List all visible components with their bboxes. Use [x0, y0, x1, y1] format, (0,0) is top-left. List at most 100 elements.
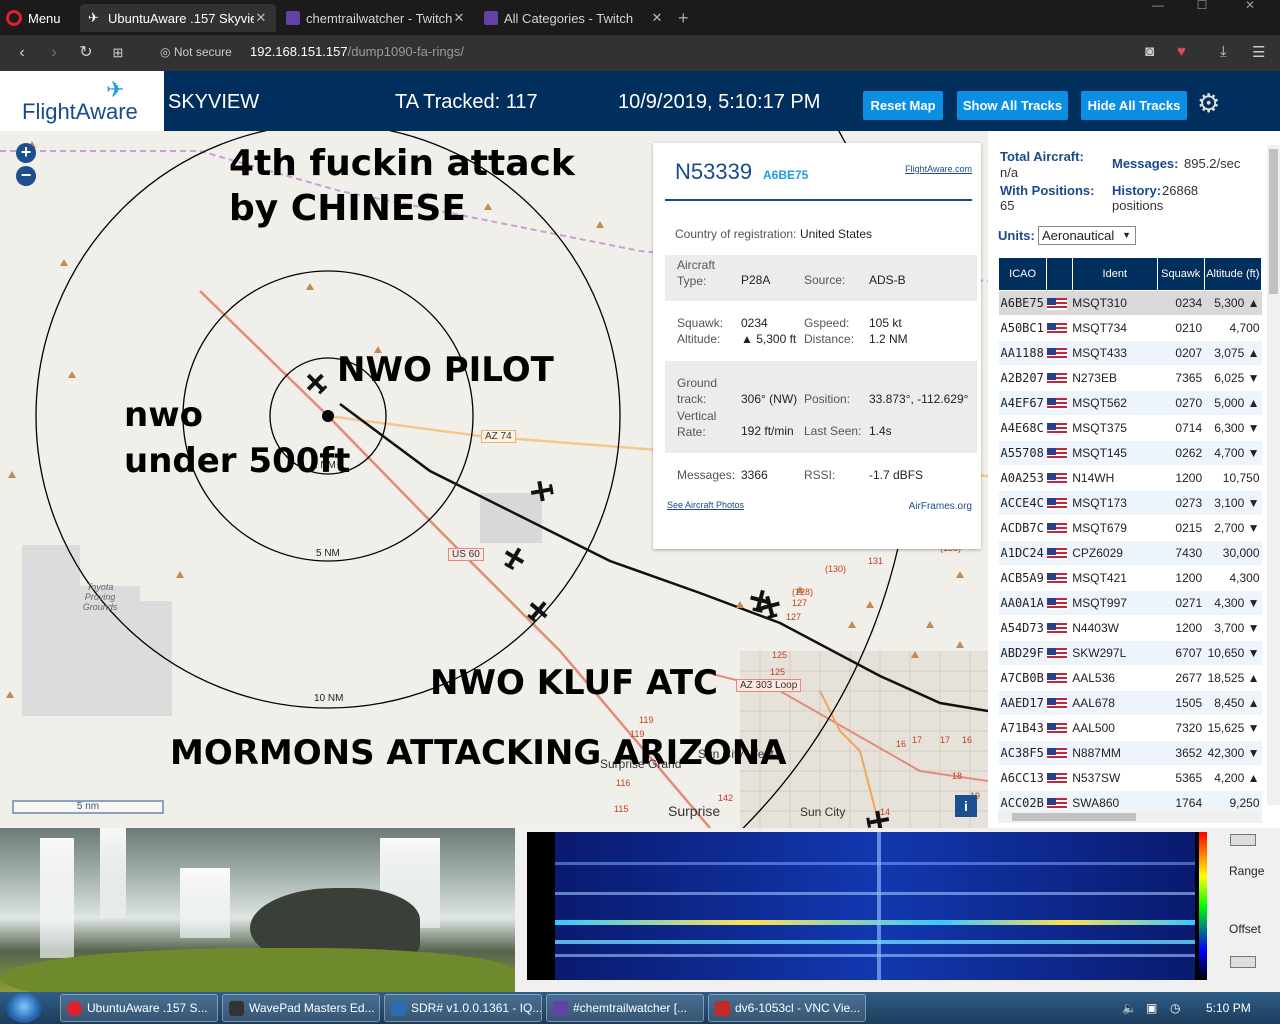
start-button[interactable] [6, 993, 42, 1023]
network-icon[interactable]: ▣ [1146, 1001, 1157, 1015]
taskbar-item-twitch[interactable]: #chemtrailwatcher [... [546, 994, 704, 1022]
us-flag-icon [1046, 522, 1067, 535]
flag-cell [1046, 440, 1073, 466]
volume-icon[interactable]: 🔈 [1122, 1001, 1137, 1015]
range-slider[interactable] [1230, 834, 1256, 846]
table-row[interactable]: A71B43 AAL500 7320 15,625 ▼ [998, 715, 1262, 741]
minimize-icon[interactable]: — [1136, 0, 1180, 20]
table-row[interactable]: ABD29F SKW297L 6707 10,650 ▼ [998, 640, 1262, 666]
table-row[interactable]: A50BC1 MSQT734 0210 4,700 [998, 315, 1262, 341]
taskbar-item-sdr[interactable]: SDR# v1.0.0.1361 - IQ... [384, 994, 542, 1022]
taskbar-item-label: SDR# v1.0.0.1361 - IQ... [411, 1001, 542, 1015]
show-all-tracks-button[interactable]: Show All Tracks [957, 91, 1068, 120]
table-row[interactable]: ACDB7C MSQT679 0215 2,700 ▼ [998, 515, 1262, 541]
us-flag-icon [1046, 722, 1067, 735]
column-header-icao[interactable]: ICAO [997, 257, 1048, 291]
scrollbar-thumb[interactable] [1269, 149, 1278, 294]
download-icon[interactable]: ⤓ [1220, 43, 1227, 60]
security-indicator[interactable]: ◎ Not secure [160, 45, 232, 59]
table-row[interactable]: A54D73 N4403W 1200 3,700 ▼ [998, 615, 1262, 641]
row-altitude: 3,700 ▼ [1204, 615, 1262, 641]
row-icao: A71B43 [998, 715, 1047, 741]
us-flag-icon [1046, 297, 1067, 310]
row-altitude: 4,700 ▼ [1204, 440, 1262, 466]
us-flag-icon [1046, 422, 1067, 435]
close-icon[interactable]: ✕ [650, 10, 664, 26]
zoom-in-button[interactable]: + [16, 143, 36, 163]
clock-tray-icon[interactable]: ◷ [1170, 1001, 1180, 1015]
tracked-count: TA Tracked: 117 [395, 91, 538, 113]
table-row[interactable]: A4EF67 MSQT562 0270 5,000 ▲ [998, 390, 1262, 416]
tab-all-categories[interactable]: All Categories - Twitch ✕ [476, 4, 672, 32]
taskbar-item-opera[interactable]: UbuntuAware .157 S... [60, 994, 218, 1022]
reload-icon[interactable]: ↻ [74, 41, 98, 65]
reset-map-button[interactable]: Reset Map [863, 91, 943, 120]
tab-chemtrailwatcher[interactable]: chemtrailwatcher - Twitch ✕ [278, 4, 474, 32]
table-row[interactable]: A55708 MSQT145 0262 4,700 ▼ [998, 440, 1262, 466]
row-ident: MSQT145 [1072, 440, 1158, 466]
horizontal-scrollbar[interactable] [998, 811, 1262, 823]
column-header-flag[interactable] [1046, 257, 1073, 291]
offset-slider[interactable] [1230, 956, 1256, 968]
zoom-out-button[interactable]: − [16, 166, 36, 186]
table-row[interactable]: ACCE4C MSQT173 0273 3,100 ▼ [998, 490, 1262, 516]
tab-skyview[interactable]: ✈ UbuntuAware .157 Skyview ✕ [80, 4, 276, 32]
vertical-rate-label: Vertical Rate: [677, 409, 717, 439]
taskbar-item-wavepad[interactable]: WavePad Masters Ed... [222, 994, 380, 1022]
table-row[interactable]: A7CB0B AAL536 2677 18,525 ▲ [998, 665, 1262, 691]
units-select[interactable]: Aeronautical ▼ [1038, 226, 1136, 245]
table-row[interactable]: A2B207 N273EB 7365 6,025 ▼ [998, 365, 1262, 391]
camera-icon[interactable]: ◙ [1145, 43, 1154, 60]
table-row[interactable]: AAED17 AAL678 1505 8,450 ▲ [998, 690, 1262, 716]
table-row[interactable]: AA1188 MSQT433 0207 3,075 ▲ [998, 340, 1262, 366]
map-info-button[interactable]: i [955, 795, 977, 817]
url-field[interactable]: 192.168.151.157/dump1090-fa-rings/ [250, 44, 464, 59]
vertical-scrollbar[interactable] [1267, 145, 1280, 805]
route-number: 127 [786, 612, 802, 622]
table-row[interactable]: A6CC13 N537SW 5365 4,200 ▲ [998, 765, 1262, 791]
route-number: 17 [912, 735, 923, 745]
table-row[interactable]: A4E68C MSQT375 0714 6,300 ▼ [998, 415, 1262, 441]
squawk-label: Squawk: [677, 316, 724, 330]
table-row[interactable]: ACB5A9 MSQT421 1200 4,300 [998, 565, 1262, 591]
column-header-squawk[interactable]: Squawk [1156, 257, 1205, 291]
window-close-icon[interactable]: ✕ [1228, 0, 1272, 20]
airframes-link[interactable]: AirFrames.org [909, 501, 972, 512]
close-icon[interactable]: ✕ [452, 10, 466, 26]
row-squawk: 2677 [1157, 665, 1205, 691]
column-header-altitude[interactable]: Altitude (ft) [1203, 257, 1263, 291]
column-header-ident[interactable]: Ident [1071, 257, 1158, 291]
row-squawk: 0234 [1157, 290, 1205, 316]
forward-icon[interactable]: › [42, 41, 66, 65]
hide-all-tracks-button[interactable]: Hide All Tracks [1081, 91, 1187, 120]
menu-label: Menu [28, 10, 61, 26]
gear-icon[interactable]: ⚙ [1197, 88, 1220, 119]
new-tab-icon[interactable]: + [678, 8, 689, 29]
desktop-area: Range Offset [0, 828, 1280, 992]
row-altitude: 4,200 ▲ [1204, 765, 1262, 791]
flightaware-logo[interactable]: ✈ FlightAware [0, 71, 164, 131]
table-row[interactable]: AA0A1A MSQT997 0271 4,300 ▼ [998, 590, 1262, 616]
scrollbar-thumb[interactable] [1012, 813, 1136, 821]
taskbar-item-vnc[interactable]: dv6-1053cl - VNC Vie... [708, 994, 866, 1022]
history-value: 26868 [1162, 183, 1199, 198]
aircraft-photos-link[interactable]: See Aircraft Photos [667, 500, 744, 510]
sdr-waterfall-display[interactable] [527, 832, 1207, 980]
row-squawk: 0273 [1157, 490, 1205, 516]
flightaware-link[interactable]: FlightAware.com [905, 164, 972, 174]
speed-dial-icon[interactable]: ⊞ [106, 41, 130, 65]
opera-menu-button[interactable]: Menu [6, 6, 61, 30]
table-row[interactable]: A1DC24 CPZ6029 7430 30,000 [998, 540, 1262, 566]
easy-setup-icon[interactable]: ☰ [1252, 43, 1265, 61]
system-clock[interactable]: 5:10 PM [1206, 1001, 1251, 1015]
back-icon[interactable]: ‹ [10, 41, 34, 65]
row-altitude: 3,075 ▲ [1204, 340, 1262, 366]
overlay-text-attack: 4th fuckin attack [229, 143, 575, 184]
flag-cell [1046, 465, 1073, 491]
maximize-icon[interactable]: ☐ [1180, 0, 1224, 20]
table-row[interactable]: A0A253 N14WH 1200 10,750 [998, 465, 1262, 491]
table-row[interactable]: A6BE75 MSQT310 0234 5,300 ▲ [998, 290, 1262, 316]
table-row[interactable]: AC38F5 N887MM 3652 42,300 ▼ [998, 740, 1262, 766]
close-icon[interactable]: ✕ [254, 10, 268, 26]
heart-icon[interactable]: ♥ [1177, 43, 1186, 60]
